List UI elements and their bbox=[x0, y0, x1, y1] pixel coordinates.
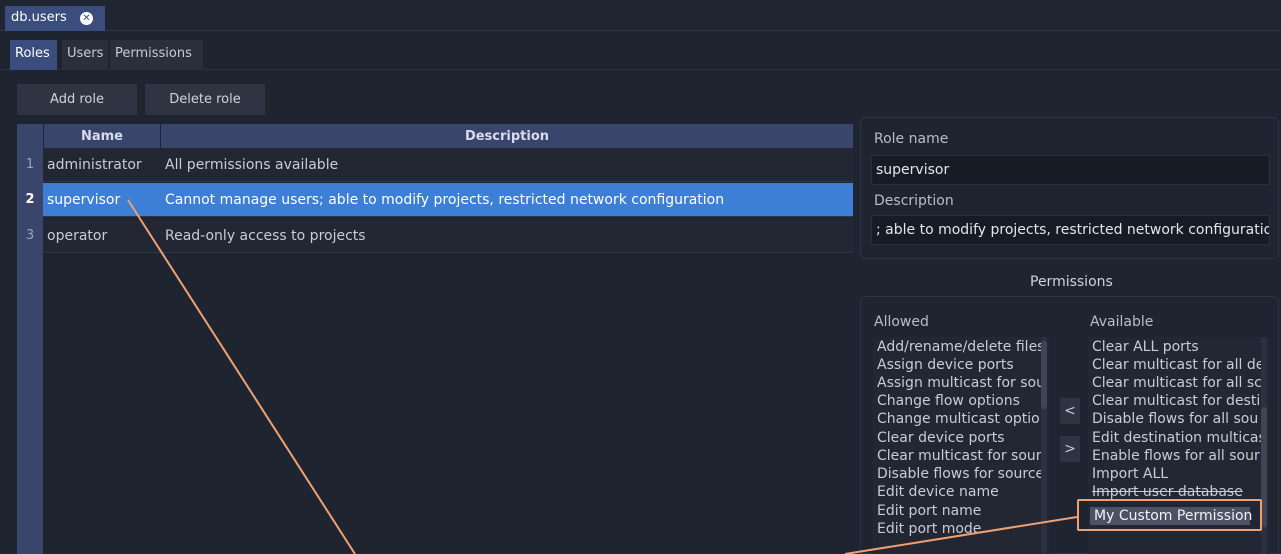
available-label: Available bbox=[1090, 314, 1154, 330]
list-item[interactable]: Change flow options bbox=[877, 393, 1020, 410]
role-name-input[interactable]: supervisor bbox=[871, 155, 1270, 185]
annotation-highlight-box bbox=[1077, 499, 1262, 531]
row-number: 3 bbox=[25, 228, 35, 243]
move-right-button[interactable]: > bbox=[1060, 436, 1080, 462]
list-item[interactable]: Clear ALL ports bbox=[1092, 339, 1199, 356]
table-cell-description[interactable]: Read-only access to projects bbox=[161, 219, 853, 253]
list-item[interactable]: Change multicast optior bbox=[877, 411, 1046, 428]
add-role-button[interactable]: Add role bbox=[17, 84, 137, 115]
list-item[interactable]: Clear multicast for desti bbox=[1092, 393, 1260, 410]
row-number: 2 bbox=[25, 192, 35, 207]
delete-role-button[interactable]: Delete role bbox=[145, 84, 265, 115]
document-tab-label: db.users bbox=[11, 10, 67, 25]
allowed-label: Allowed bbox=[874, 314, 929, 330]
role-name-label: Role name bbox=[874, 131, 949, 147]
tab-users[interactable]: Users bbox=[62, 40, 108, 70]
table-cell-description[interactable]: All permissions available bbox=[161, 148, 853, 182]
close-icon[interactable]: ✕ bbox=[80, 12, 93, 25]
list-item[interactable]: Edit port name bbox=[877, 503, 981, 520]
list-item[interactable]: Edit device name bbox=[877, 484, 999, 501]
list-item[interactable]: Disable flows for source bbox=[877, 466, 1044, 483]
table-cell-description-selected[interactable]: Cannot manage users; able to modify proj… bbox=[161, 183, 853, 217]
role-details-panel: Role name supervisor Description ; able … bbox=[860, 117, 1279, 259]
description-label: Description bbox=[874, 193, 954, 209]
allowed-list[interactable]: Add/rename/delete files Assign device po… bbox=[873, 337, 1049, 554]
description-input[interactable]: ; able to modify projects, restricted ne… bbox=[871, 215, 1270, 245]
list-item[interactable]: Clear multicast for all de bbox=[1092, 357, 1264, 374]
list-item[interactable]: Assign multicast for sou bbox=[877, 375, 1045, 392]
column-header-name[interactable]: Name bbox=[44, 124, 160, 150]
list-item[interactable]: Enable flows for all sour bbox=[1092, 448, 1260, 465]
list-item[interactable]: Import ALL bbox=[1092, 466, 1168, 483]
list-item[interactable]: Clear multicast for sour bbox=[877, 448, 1042, 465]
list-item[interactable]: Edit port mode bbox=[877, 521, 981, 538]
table-cell-name-selected[interactable]: supervisor bbox=[43, 183, 161, 217]
tab-permissions-label: Permissions bbox=[115, 46, 192, 61]
list-item[interactable]: Edit destination multicas bbox=[1092, 430, 1266, 447]
table-cell-name[interactable]: operator bbox=[43, 219, 161, 253]
allowed-scrollbar[interactable] bbox=[1041, 337, 1047, 554]
subtab-bar: Roles Users Permissions bbox=[0, 32, 1281, 70]
tab-permissions[interactable]: Permissions bbox=[110, 40, 203, 70]
allowed-scroll-thumb[interactable] bbox=[1041, 341, 1047, 409]
list-item[interactable]: Assign device ports bbox=[877, 357, 1014, 374]
column-header-description[interactable]: Description bbox=[161, 124, 853, 150]
list-item[interactable]: Clear multicast for all sc bbox=[1092, 375, 1262, 392]
table-cell-name[interactable]: administrator bbox=[43, 148, 161, 182]
tab-roles[interactable]: Roles bbox=[10, 40, 57, 70]
list-item[interactable]: Clear device ports bbox=[877, 430, 1005, 447]
list-item[interactable]: Add/rename/delete files bbox=[877, 339, 1044, 356]
permissions-title: Permissions bbox=[1030, 274, 1113, 290]
roles-table: Name Description 1 administrator All per… bbox=[17, 124, 853, 554]
list-item[interactable]: Disable flows for all sou bbox=[1092, 411, 1258, 428]
row-number: 1 bbox=[25, 157, 35, 172]
tab-roles-label: Roles bbox=[15, 46, 50, 61]
tab-users-label: Users bbox=[67, 46, 104, 61]
document-tab[interactable]: db.users ✕ bbox=[5, 6, 105, 31]
move-left-button[interactable]: < bbox=[1060, 398, 1080, 424]
document-tabbar: db.users ✕ bbox=[0, 0, 1281, 31]
